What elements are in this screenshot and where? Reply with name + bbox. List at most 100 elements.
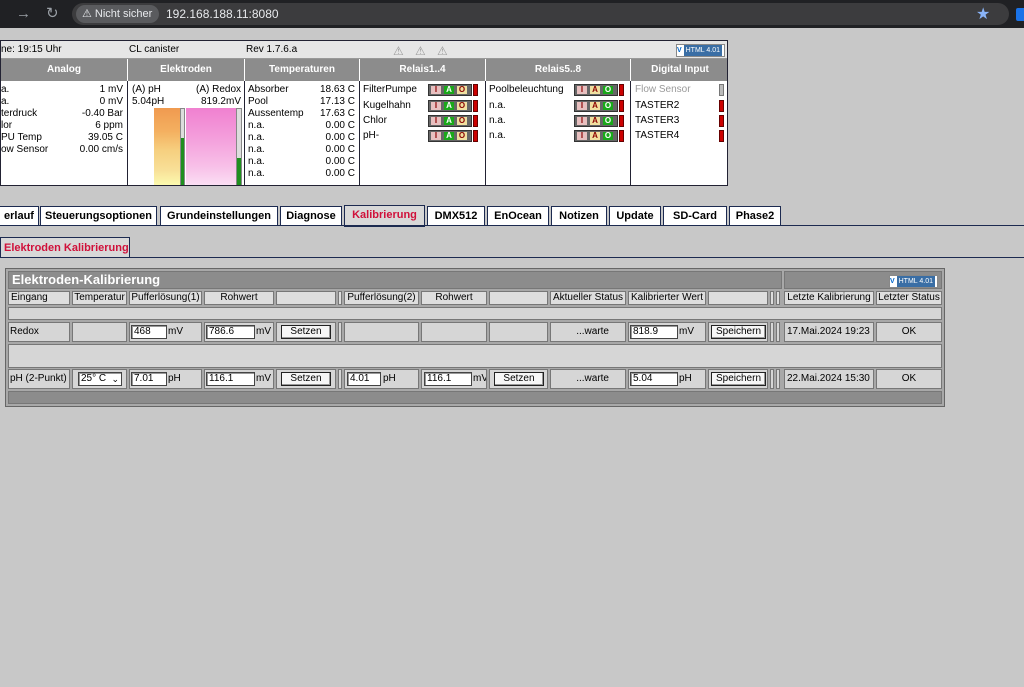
relay-mode-o[interactable]: O (603, 117, 613, 125)
bookmark-star-icon[interactable]: ★ (976, 4, 990, 24)
temp-value: 0.00 C (325, 156, 355, 167)
relay-label: pH- (363, 130, 380, 141)
setzen-button[interactable]: Setzen (281, 325, 331, 339)
tab-enocean[interactable]: EnOcean (487, 206, 549, 226)
tab-sd-card[interactable]: SD-Card (663, 206, 727, 226)
relay-mode-a[interactable]: A (590, 86, 600, 94)
url-text[interactable]: 192.168.188.11:8080 (166, 6, 279, 22)
relay-mode-o[interactable]: O (603, 86, 613, 94)
relay-mode-o[interactable]: O (603, 132, 613, 140)
column-header: Eingang (8, 291, 70, 305)
forward-icon[interactable]: → (16, 5, 31, 23)
temperatur-select[interactable]: 25° C ⌄ (78, 372, 122, 386)
relay-mode-i[interactable]: I (577, 102, 587, 110)
relay-mode-a[interactable]: A (444, 102, 454, 110)
relay-mode-a[interactable]: A (444, 132, 454, 140)
column-header: Kalibrierter Wert (628, 291, 706, 305)
subtab-divider (0, 257, 1024, 258)
setzen-button[interactable]: Setzen (494, 372, 544, 386)
relay-mode-a[interactable]: A (444, 86, 454, 94)
relay-mode-o[interactable]: O (457, 86, 467, 94)
profile-edge-icon[interactable] (1016, 8, 1024, 21)
puffer2-input[interactable]: 4.01 (347, 372, 381, 386)
speichern-button[interactable]: Speichern (711, 372, 766, 386)
temperaturen-column: Absorber 18.63 C Pool 17.13 C Aussentemp… (245, 81, 360, 185)
temp-label: Aussentemp (248, 108, 304, 119)
analog-header: Analog (1, 59, 127, 81)
elektroden-column: (A) pH (A) Redox 5.04pH 819.2mV (128, 81, 245, 185)
rohwert1-input[interactable]: 116.1 (206, 372, 255, 386)
tab-kalibrierung[interactable]: Kalibrierung (344, 205, 425, 227)
kalibrierter-wert-input[interactable]: 5.04 (630, 372, 678, 386)
relay-label: n.a. (489, 100, 506, 111)
relay-mode-i[interactable]: I (577, 117, 587, 125)
relay-mode-a[interactable]: A (444, 117, 454, 125)
tab-update[interactable]: Update (609, 206, 661, 226)
digital-state-indicator (719, 130, 724, 142)
relay-iao-switch[interactable]: IAO (428, 84, 472, 96)
relay-label: Kugelhahn (363, 100, 411, 111)
relay-mode-o[interactable]: O (457, 102, 467, 110)
rohwert1-input[interactable]: 786.6 (206, 325, 255, 339)
tab-diagnose[interactable]: Diagnose (280, 206, 342, 226)
relay-mode-i[interactable]: I (577, 86, 587, 94)
table-cell (770, 322, 774, 342)
relay-iao-switch[interactable]: IAO (428, 130, 472, 142)
relay-mode-o[interactable]: O (457, 132, 467, 140)
ph-label: (A) pH (132, 84, 161, 95)
subtab-elektroden-kalibrierung[interactable]: Elektroden Kalibrierung (0, 237, 130, 257)
temp-value: 17.63 C (319, 108, 355, 119)
panel-title-right: V HTML 4.01 (784, 271, 942, 289)
tab-bar-divider (0, 225, 1024, 226)
table-cell: ...warte (550, 322, 626, 342)
digital-column: Flow Sensor TASTER2 TASTER3 TASTER4 (631, 81, 727, 185)
tab-notizen[interactable]: Notizen (551, 206, 607, 226)
kalibrierter-wert-input[interactable]: 818.9 (630, 325, 678, 339)
letzte-kalibrierung: 22.Mai.2024 15:30 (787, 373, 870, 384)
relay-mode-i[interactable]: I (431, 86, 441, 94)
relay-iao-switch[interactable]: IAO (428, 100, 472, 112)
unit-label: mV (168, 326, 183, 337)
temp-label: Absorber (248, 84, 289, 95)
relay-mode-o[interactable]: O (603, 102, 613, 110)
relay-iao-switch[interactable]: IAO (574, 115, 618, 127)
puffer1-input[interactable]: 7.01 (131, 372, 167, 386)
relay-mode-a[interactable]: A (590, 102, 600, 110)
relay-iao-switch[interactable]: IAO (428, 115, 472, 127)
relay-mode-i[interactable]: I (577, 132, 587, 140)
relay-mode-i[interactable]: I (431, 132, 441, 140)
letzte-kalibrierung: 17.Mai.2024 19:23 (787, 326, 870, 337)
tab-grundeinstellungen[interactable]: Grundeinstellungen (160, 206, 278, 226)
column-header: Pufferlösung(2) (344, 291, 419, 305)
table-cell: 116.1 mV (421, 369, 487, 389)
tab-verlauf[interactable]: erlauf (0, 206, 39, 226)
column-header: Rohwert (204, 291, 274, 305)
analog-label: ow Sensor (1, 144, 49, 155)
table-cell: 25° C ⌄ (72, 369, 127, 389)
reload-icon[interactable]: ↻ (46, 5, 59, 23)
column-header: Temperatur (72, 291, 127, 305)
unit-label: mV (679, 326, 694, 337)
relay-mode-i[interactable]: I (431, 117, 441, 125)
tab-dmx512[interactable]: DMX512 (427, 206, 485, 226)
table-cell: 5.04 pH (628, 369, 706, 389)
relay-iao-switch[interactable]: IAO (574, 84, 618, 96)
relay-iao-switch[interactable]: IAO (574, 130, 618, 142)
relay-mode-a[interactable]: A (590, 117, 600, 125)
relay-label: Poolbeleuchtung (489, 84, 564, 95)
relay-mode-o[interactable]: O (457, 117, 467, 125)
relay-iao-switch[interactable]: IAO (574, 100, 618, 112)
table-cell: Setzen (276, 322, 336, 342)
puffer1-input[interactable]: 468 (131, 325, 167, 339)
security-indicator[interactable]: ⚠ Nicht sicher (76, 5, 160, 23)
speichern-button[interactable]: Speichern (711, 325, 766, 339)
setzen-button[interactable]: Setzen (281, 372, 331, 386)
relay-mode-i[interactable]: I (431, 102, 441, 110)
relay-mode-a[interactable]: A (590, 132, 600, 140)
tab-steuerungsoptionen[interactable]: Steuerungsoptionen (40, 206, 157, 226)
table-cell (776, 322, 780, 342)
table-cell (776, 369, 780, 389)
column-header: Letzter Status (876, 291, 942, 305)
tab-phase2[interactable]: Phase2 (729, 206, 781, 226)
rohwert2-input[interactable]: 116.1 (424, 372, 472, 386)
